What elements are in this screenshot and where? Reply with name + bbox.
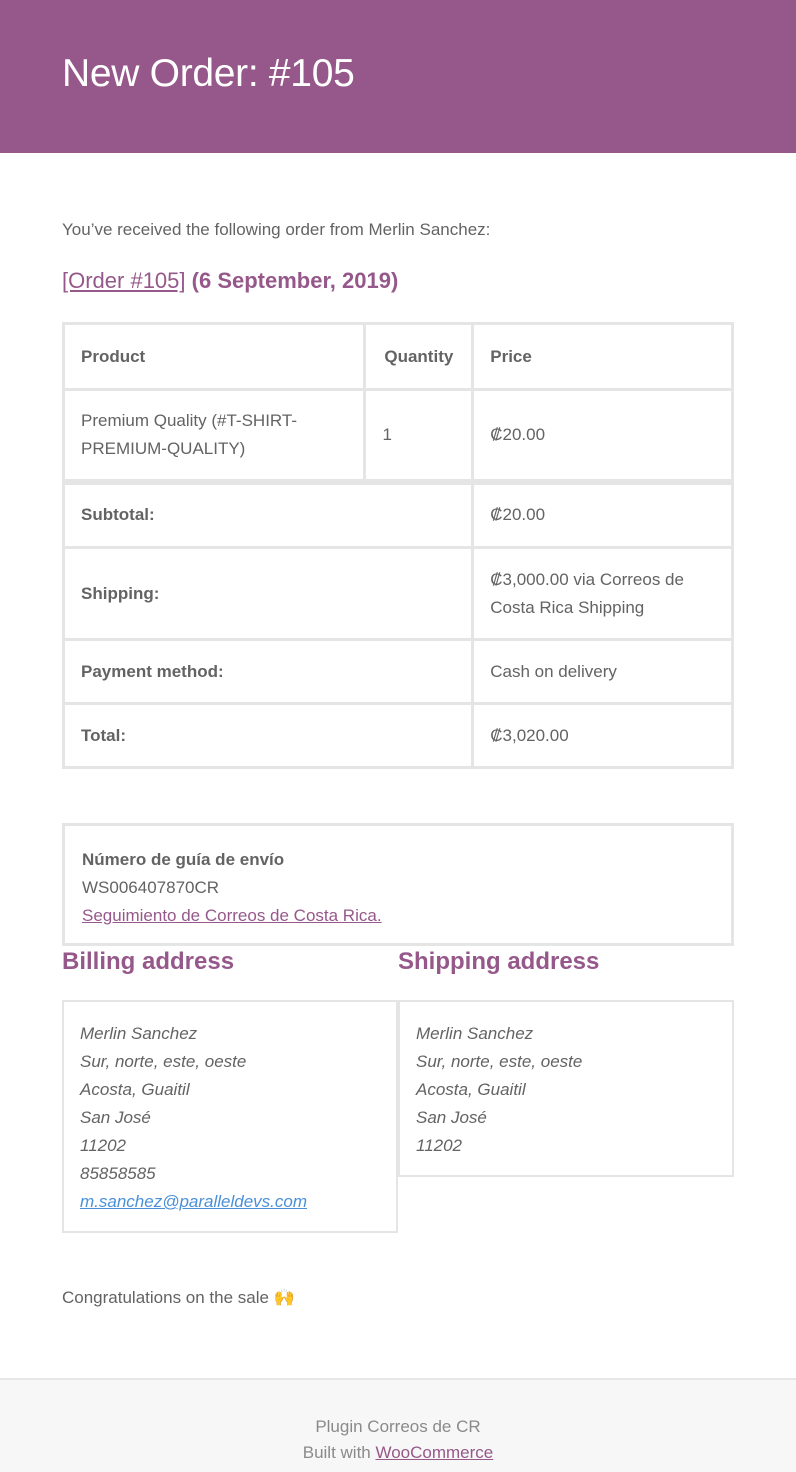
order-details-table: Product Quantity Price Premium Quality (… [61,322,734,769]
shipping-address-box: Merlin Sanchez Sur, norte, este, oeste A… [398,1000,734,1177]
billing-address-title: Billing address [62,948,235,975]
tracking-box: Número de guía de envío WS006407870CR Se… [62,823,734,946]
email-title: New Order: #105 [62,52,355,95]
subtotal-value: ₡20.00 [471,478,734,549]
column-header-quantity: Quantity [363,322,475,391]
payment-method-value: Cash on delivery [471,638,734,705]
payment-method-label: Payment method: [61,638,475,705]
shipping-street: Sur, norte, este, oeste [416,1052,583,1071]
footer-built-with-prefix: Built with [302,1443,376,1462]
item-quantity: 1 [363,388,475,483]
email-footer: Plugin Correos de CR Built with WooComme… [0,1378,796,1472]
table-row: Premium Quality (#T-SHIRT-PREMIUM-QUALIT… [61,388,734,483]
tracking-link[interactable]: Seguimiento de Correos de Costa Rica. [82,906,382,925]
order-link[interactable]: [Order #105] [62,268,186,293]
shipping-state: San José [416,1108,487,1127]
billing-city: Acosta, Guaitil [80,1080,190,1099]
billing-address-box: Merlin Sanchez Sur, norte, este, oeste A… [62,1000,398,1233]
column-header-price: Price [471,322,734,391]
total-row: Total: ₡3,020.00 [61,702,734,769]
billing-email-link[interactable]: m.sanchez@paralleldevs.com [80,1192,307,1211]
billing-phone: 85858585 [80,1164,156,1183]
intro-text: You’ve received the following order from… [62,220,491,239]
congrats-text: Congratulations on the sale 🙌 [62,1288,295,1307]
email-header: New Order: #105 [0,0,796,153]
footer-plugin-text: Plugin Correos de CR [315,1417,481,1436]
tracking-number: WS006407870CR [82,878,220,897]
billing-name: Merlin Sanchez [80,1024,198,1043]
woocommerce-link[interactable]: WooCommerce [375,1443,493,1462]
billing-state: San José [80,1108,151,1127]
total-value: ₡3,020.00 [471,702,734,769]
tracking-title: Número de guía de envío [82,850,285,869]
subtotal-label: Subtotal: [61,478,475,549]
subtotal-row: Subtotal: ₡20.00 [61,478,734,549]
shipping-address-title: Shipping address [398,948,600,975]
shipping-name: Merlin Sanchez [416,1024,534,1043]
shipping-row: Shipping: ₡3,000.00 via Correos de Costa… [61,546,734,641]
payment-method-row: Payment method: Cash on delivery [61,638,734,705]
item-price: ₡20.00 [471,388,734,483]
shipping-value: ₡3,000.00 via Correos de Costa Rica Ship… [471,546,734,641]
footer-built-with: Built with WooCommerce [0,1440,796,1466]
column-header-product: Product [61,322,367,391]
order-date: (6 September, 2019) [191,268,399,293]
item-product: Premium Quality (#T-SHIRT-PREMIUM-QUALIT… [61,388,367,483]
shipping-label: Shipping: [61,546,475,641]
shipping-postcode: 11202 [416,1136,463,1155]
order-heading: [Order #105] (6 September, 2019) [62,268,398,294]
billing-street: Sur, norte, este, oeste [80,1052,247,1071]
table-header-row: Product Quantity Price [61,322,734,391]
total-label: Total: [61,702,475,769]
billing-postcode: 11202 [80,1136,127,1155]
shipping-city: Acosta, Guaitil [416,1080,526,1099]
